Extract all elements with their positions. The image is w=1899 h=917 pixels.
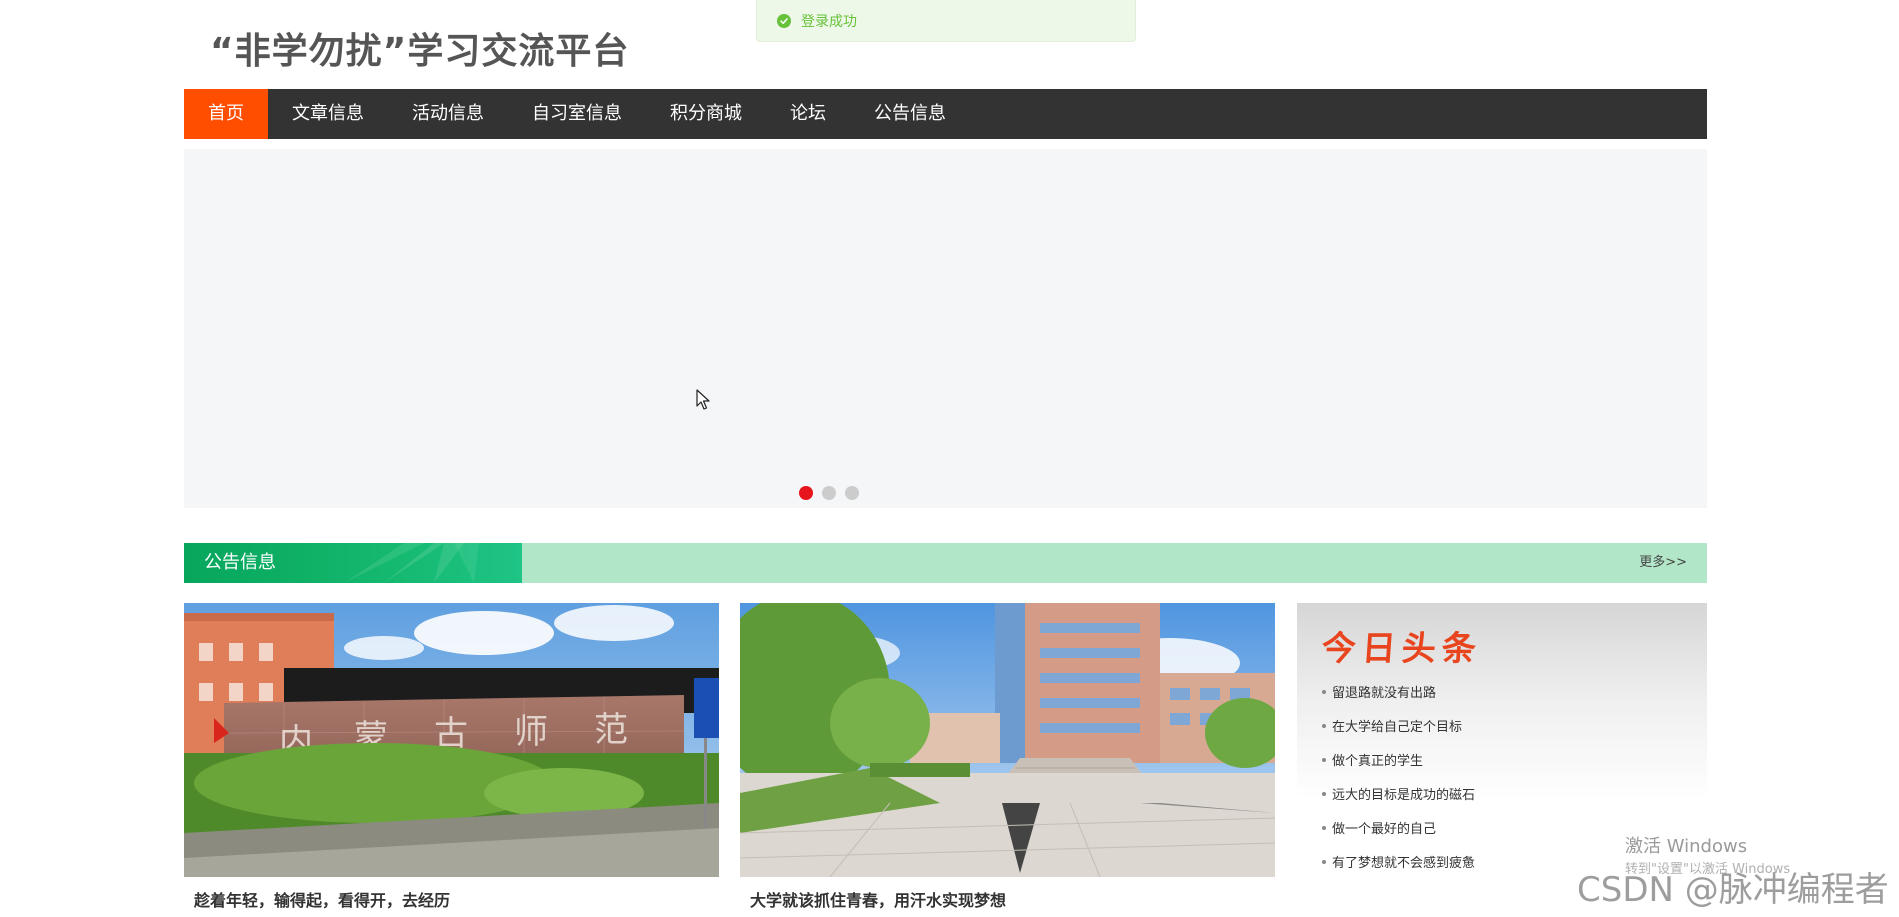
page: 登录成功 “非学勿扰”学习交流平台 首页 文章信息 活动信息 自习室信息 积分商… bbox=[0, 0, 1899, 917]
check-circle-icon bbox=[777, 13, 791, 28]
mouse-cursor-icon bbox=[696, 389, 710, 410]
csdn-watermark: CSDN @脉冲编程者 bbox=[1577, 870, 1889, 910]
nav-item-activities[interactable]: 活动信息 bbox=[388, 89, 508, 139]
notice-section-header: 公告信息 更多>> bbox=[184, 543, 1707, 583]
notice-section-title: 公告信息 bbox=[204, 552, 276, 573]
card-caption[interactable]: 大学就该抓住青春，用汗水实现梦想 bbox=[740, 887, 1275, 911]
site-title: “非学勿扰”学习交流平台 bbox=[210, 31, 630, 72]
campus-gate-image: 内蒙古师范 bbox=[184, 603, 719, 877]
card-caption[interactable]: 趁着年轻，输得起，看得开，去经历 bbox=[184, 887, 719, 911]
headlines-list: 留退路就没有出路 在大学给自己定个目标 做个真正的学生 远大的目标是成功的磁石 … bbox=[1322, 677, 1475, 881]
success-toast: 登录成功 bbox=[756, 0, 1136, 42]
nav-item-points-mall[interactable]: 积分商城 bbox=[646, 89, 766, 139]
headline-item[interactable]: 有了梦想就不会感到疲惫 bbox=[1322, 847, 1475, 881]
nav-item-notices[interactable]: 公告信息 bbox=[850, 89, 970, 139]
notice-section-title-box: 公告信息 bbox=[184, 543, 522, 583]
carousel-dot-1[interactable] bbox=[798, 486, 813, 500]
carousel-dot-2[interactable] bbox=[821, 486, 836, 500]
nav-item-articles[interactable]: 文章信息 bbox=[268, 89, 388, 139]
headline-item[interactable]: 做个真正的学生 bbox=[1322, 745, 1475, 779]
carousel-indicators bbox=[67, 486, 1590, 500]
decorative-rays-icon bbox=[344, 543, 479, 583]
windows-activation-watermark: 激活 Windows bbox=[1625, 836, 1748, 857]
headline-item[interactable]: 做一个最好的自己 bbox=[1322, 813, 1475, 847]
notice-card[interactable]: 大学就该抓住青春，用汗水实现梦想 bbox=[740, 603, 1275, 911]
headline-item[interactable]: 远大的目标是成功的磁石 bbox=[1322, 779, 1475, 813]
toast-message: 登录成功 bbox=[801, 13, 857, 30]
banner-carousel[interactable] bbox=[184, 149, 1707, 508]
headline-item[interactable]: 在大学给自己定个目标 bbox=[1322, 711, 1475, 745]
headlines-title: 今日头条 bbox=[1320, 629, 1484, 669]
notice-card[interactable]: 内蒙古师范 趁着年轻，输得起，看得开，去经历 bbox=[184, 603, 719, 911]
nav-item-home[interactable]: 首页 bbox=[184, 89, 268, 139]
main-nav: 首页 文章信息 活动信息 自习室信息 积分商城 论坛 公告信息 bbox=[184, 89, 1707, 139]
nav-item-forum[interactable]: 论坛 bbox=[766, 89, 850, 139]
nav-item-study-rooms[interactable]: 自习室信息 bbox=[508, 89, 646, 139]
campus-building-image bbox=[740, 603, 1275, 877]
svg-text:师: 师 bbox=[514, 712, 548, 752]
headline-item[interactable]: 留退路就没有出路 bbox=[1322, 677, 1475, 711]
svg-text:范: 范 bbox=[594, 710, 628, 750]
carousel-dot-3[interactable] bbox=[844, 486, 859, 500]
more-link[interactable]: 更多>> bbox=[1639, 543, 1687, 583]
